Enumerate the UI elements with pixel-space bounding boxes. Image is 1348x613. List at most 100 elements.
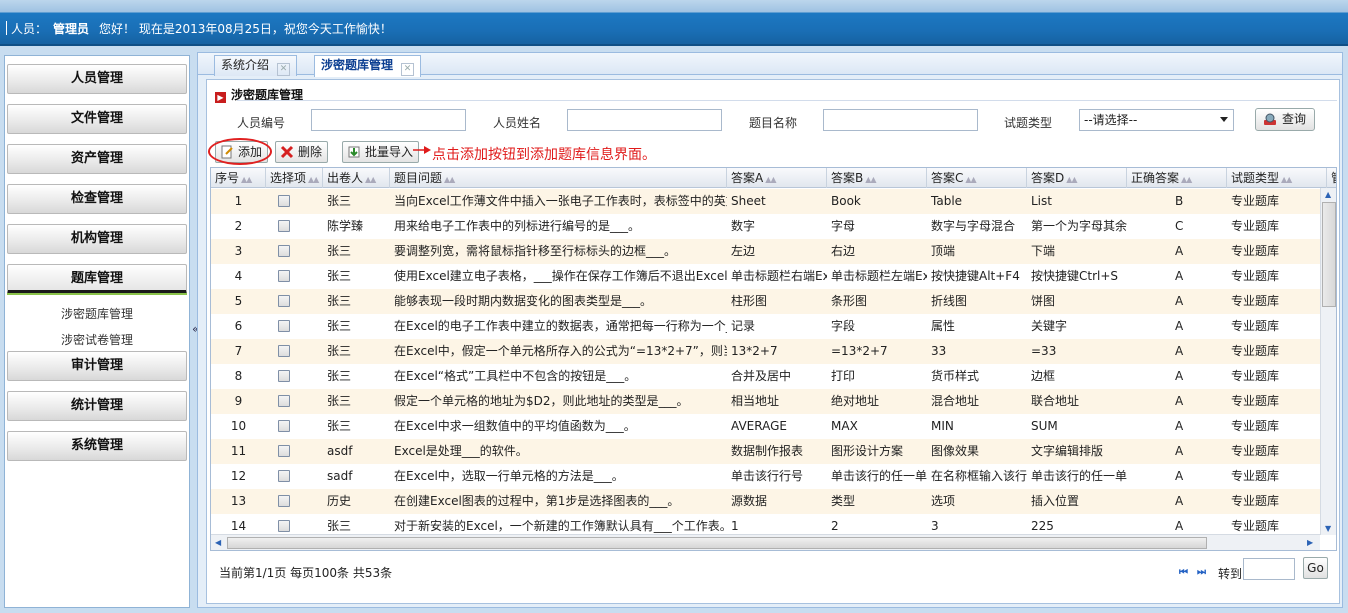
cell-author: 张三 bbox=[327, 269, 352, 283]
top-header-bar: 人员： 管理员 您好！ 现在是2013年08月25日，祝您今天工作愉快！ bbox=[0, 0, 1348, 46]
query-button[interactable]: 查询 bbox=[1255, 108, 1315, 131]
person-name-input[interactable] bbox=[567, 109, 722, 131]
row-checkbox[interactable] bbox=[278, 420, 290, 432]
table-row[interactable]: 11 asdf Excel是处理___的软件。 数据制作报表 图形设计方案 图像效果 文字编… bbox=[211, 439, 1321, 464]
sidebar-item-files[interactable]: 文件管理 bbox=[7, 104, 187, 134]
cell-answer-c: 顶端 bbox=[931, 244, 956, 258]
row-checkbox[interactable] bbox=[278, 445, 290, 457]
table-row[interactable]: 2 陈学臻 用来给电子工作表中的列标进行编号的是___。 数字 字母 数字与字母混合 第一个… bbox=[211, 214, 1321, 239]
table-row[interactable]: 1 张三 当向Excel工作薄文件中插入一张电子工作表时，表标签中的英文 Sheet B… bbox=[211, 189, 1321, 214]
cell-answer-a: 13*2+7 bbox=[731, 344, 778, 358]
col-header-answer-d[interactable]: 答案D ▲▲ bbox=[1027, 168, 1127, 188]
cell-answer-d: SUM bbox=[1031, 419, 1058, 433]
close-icon[interactable]: ✕ bbox=[277, 63, 291, 76]
table-row[interactable]: 4 张三 使用Excel建立电子表格，___操作在保存工作簿后不退出Excel。 单击… bbox=[211, 264, 1321, 289]
cell-correct: A bbox=[1175, 444, 1184, 458]
sidebar-item-assets[interactable]: 资产管理 bbox=[7, 144, 187, 174]
person-id-input[interactable] bbox=[311, 109, 466, 131]
goto-page-input[interactable] bbox=[1243, 558, 1295, 580]
table-row[interactable]: 13 历史 在创建Excel图表的过程中，第1步是选择图表的___。 源数据 类型 选项 插… bbox=[211, 489, 1321, 514]
batch-import-button[interactable]: 批量导入 bbox=[342, 141, 420, 163]
scroll-left-icon[interactable]: ◀ bbox=[215, 538, 221, 547]
table-row[interactable]: 3 张三 要调整列宽，需将鼠标指针移至行标标头的边框___。 左边 右边 顶端 下端 A 专业题… bbox=[211, 239, 1321, 264]
table-row[interactable]: 9 张三 假定一个单元格的地址为$D2，则此地址的类型是___。 相当地址 绝对地址 混合… bbox=[211, 389, 1321, 414]
close-icon[interactable]: ✕ bbox=[401, 63, 415, 76]
question-type-label: 试题类型 bbox=[1004, 116, 1053, 130]
cell-answer-b: 右边 bbox=[831, 244, 856, 258]
table-row[interactable]: 7 张三 在Excel中，假定一个单元格所存入的公式为“=13*2+7”，则当 13*… bbox=[211, 339, 1321, 364]
col-header-no[interactable]: 序号 ▲▲ bbox=[211, 168, 266, 188]
row-checkbox[interactable] bbox=[278, 270, 290, 282]
question-name-input[interactable] bbox=[823, 109, 978, 131]
cell-answer-d: =33 bbox=[1031, 344, 1057, 358]
row-checkbox[interactable] bbox=[278, 495, 290, 507]
cell-answer-c: 折线图 bbox=[931, 294, 968, 308]
cell-correct: A bbox=[1175, 394, 1184, 408]
col-header-correct[interactable]: 正确答案 ▲▲ bbox=[1127, 168, 1227, 188]
row-checkbox[interactable] bbox=[278, 295, 290, 307]
select-value: --请选择-- bbox=[1084, 113, 1138, 127]
first-page-icon[interactable]: ⏮ bbox=[1179, 567, 1188, 578]
scroll-thumb[interactable] bbox=[1322, 202, 1336, 307]
row-checkbox[interactable] bbox=[278, 470, 290, 482]
vertical-scrollbar[interactable]: ▲ ▼ bbox=[1320, 188, 1336, 535]
question-type-select[interactable]: --请选择-- bbox=[1079, 109, 1234, 131]
last-page-icon[interactable]: ⏭ bbox=[1197, 567, 1206, 578]
table-row[interactable]: 6 张三 在Excel的电子工作表中建立的数据表，通常把每一行称为一个___ 记录 字段… bbox=[211, 314, 1321, 339]
user-label: 人员： bbox=[11, 22, 48, 36]
row-checkbox[interactable] bbox=[278, 370, 290, 382]
col-header-question[interactable]: 题目问题 ▲▲ bbox=[390, 168, 727, 188]
cell-answer-a: 单击该行行号 bbox=[731, 469, 804, 483]
row-checkbox[interactable] bbox=[278, 195, 290, 207]
table-row[interactable]: 12 sadf 在Excel中，选取一行单元格的方法是___。 单击该行行号 单击该行的… bbox=[211, 464, 1321, 489]
sidebar-item-organization[interactable]: 机构管理 bbox=[7, 224, 187, 254]
scroll-right-icon[interactable]: ▶ bbox=[1307, 538, 1313, 547]
col-header-answer-b[interactable]: 答案B ▲▲ bbox=[827, 168, 927, 188]
col-header-manage[interactable]: 管 bbox=[1327, 168, 1336, 188]
tab-system-intro[interactable]: 系统介绍 ✕ bbox=[214, 55, 298, 76]
col-header-answer-c[interactable]: 答案C ▲▲ bbox=[927, 168, 1027, 188]
scroll-down-icon[interactable]: ▼ bbox=[1325, 524, 1331, 533]
row-checkbox[interactable] bbox=[278, 520, 290, 532]
add-button-label: 添加 bbox=[238, 145, 263, 159]
col-header-select[interactable]: 选择项 ▲▲ bbox=[266, 168, 323, 188]
sidebar-subitem-classified-bank[interactable]: 涉密题库管理 bbox=[5, 305, 189, 322]
row-checkbox[interactable] bbox=[278, 245, 290, 257]
table-row[interactable]: 5 张三 能够表现一段时期内数据变化的图表类型是___。 柱形图 条形图 折线图 饼图 A 专业… bbox=[211, 289, 1321, 314]
cell-author: 张三 bbox=[327, 244, 352, 258]
row-checkbox[interactable] bbox=[278, 320, 290, 332]
row-checkbox[interactable] bbox=[278, 345, 290, 357]
scroll-thumb[interactable] bbox=[227, 537, 1207, 549]
row-checkbox[interactable] bbox=[278, 395, 290, 407]
cell-answer-b: MAX bbox=[831, 419, 858, 433]
sidebar-subitem-classified-papers[interactable]: 涉密试卷管理 bbox=[5, 331, 189, 348]
horizontal-scrollbar[interactable]: ◀ ▶ bbox=[211, 534, 1320, 550]
table-row[interactable]: 8 张三 在Excel“格式”工具栏中不包含的按钮是___。 合并及居中 打印 货币样式 边… bbox=[211, 364, 1321, 389]
cell-correct: A bbox=[1175, 294, 1184, 308]
sidebar-item-question-bank[interactable]: 题库管理 bbox=[7, 264, 187, 295]
sidebar-item-audit[interactable]: 审计管理 bbox=[7, 351, 187, 381]
cell-answer-b: 单击标题栏左端Ex bbox=[831, 269, 927, 283]
row-checkbox[interactable] bbox=[278, 220, 290, 232]
sidebar-item-statistics[interactable]: 统计管理 bbox=[7, 391, 187, 421]
cell-correct: A bbox=[1175, 419, 1184, 433]
cell-no: 4 bbox=[234, 269, 243, 283]
table-row[interactable]: 10 张三 在Excel中求一组数值中的平均值函数为___。 AVERAGE MAX MI… bbox=[211, 414, 1321, 439]
col-header-author[interactable]: 出卷人 ▲▲ bbox=[323, 168, 390, 188]
pager-info: 当前第1/1页 每页100条 共53条 bbox=[219, 566, 393, 580]
sidebar-item-personnel[interactable]: 人员管理 bbox=[7, 64, 187, 94]
add-button[interactable]: 添加 bbox=[215, 141, 269, 163]
go-button[interactable]: Go bbox=[1303, 557, 1328, 579]
sort-icon: ▲▲ bbox=[365, 175, 376, 184]
cell-answer-d: 按快捷键Ctrl+S bbox=[1031, 269, 1119, 283]
col-header-type[interactable]: 试题类型 ▲▲ bbox=[1227, 168, 1327, 188]
scroll-up-icon[interactable]: ▲ bbox=[1325, 190, 1331, 199]
delete-button[interactable]: 删除 bbox=[275, 141, 329, 163]
batch-import-button-label: 批量导入 bbox=[365, 145, 414, 159]
col-header-answer-a[interactable]: 答案A ▲▲ bbox=[727, 168, 827, 188]
sidebar-item-inspection[interactable]: 检查管理 bbox=[7, 184, 187, 214]
column-label: 管 bbox=[1331, 171, 1336, 185]
tab-classified-bank[interactable]: 涉密题库管理 ✕ bbox=[314, 55, 422, 77]
sidebar-item-system[interactable]: 系统管理 bbox=[7, 431, 187, 461]
cell-author: 张三 bbox=[327, 319, 352, 333]
